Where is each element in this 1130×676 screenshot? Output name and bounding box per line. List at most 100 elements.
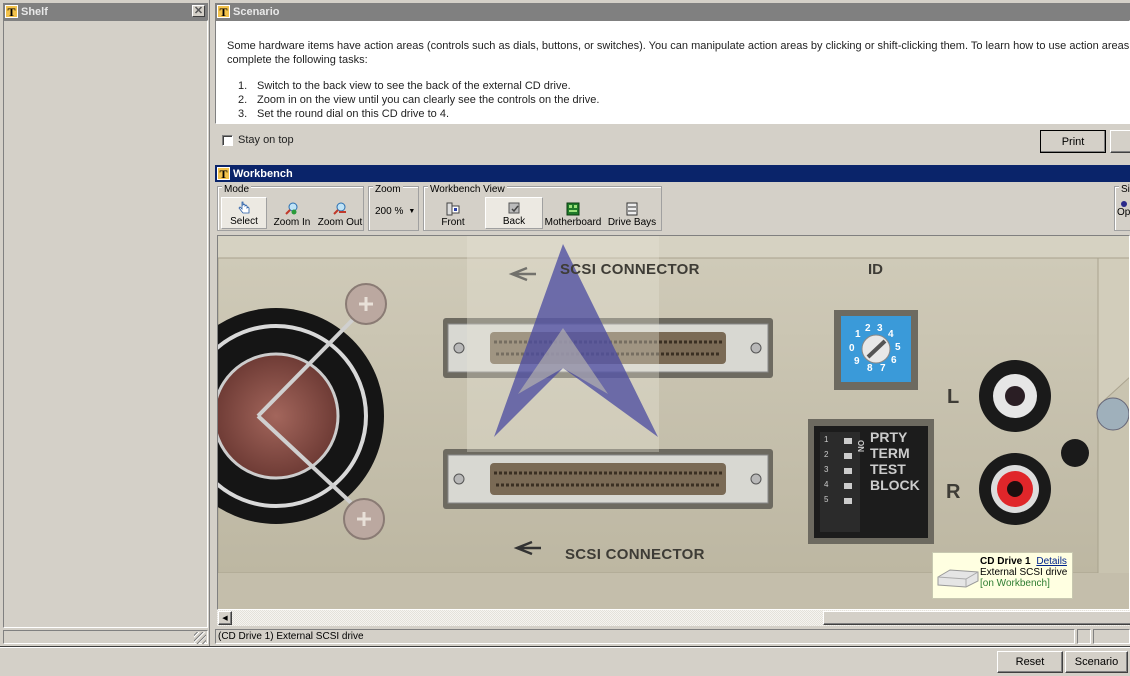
audio-left-label: L [947, 386, 960, 408]
dip-label: TEST [870, 461, 906, 477]
zoom-out-tool-button[interactable]: Zoom Out [316, 197, 364, 229]
task-number: 3. [238, 108, 248, 120]
dip-number: 2 [824, 450, 829, 459]
scenario-task: 1. Switch to the back view to see the bac… [227, 79, 1129, 93]
workbench-view-group: Workbench View Front Back Motherboard Dr… [423, 184, 662, 231]
task-text: Switch to the back view to see the back … [257, 80, 571, 92]
back-view-button[interactable]: Back [485, 197, 543, 229]
dip-number: 4 [824, 480, 829, 489]
dial-number: 5 [895, 342, 901, 353]
reset-button[interactable]: Reset [997, 651, 1063, 673]
sim-group: Sim Op [1114, 184, 1130, 231]
front-view-icon [446, 202, 460, 216]
tool-label: Back [502, 216, 526, 227]
tool-label: Front [441, 217, 465, 228]
workbench-title-bar: T Workbench [215, 165, 1130, 182]
scroll-thumb[interactable] [823, 611, 1130, 625]
zoom-select[interactable]: 200 % ▼ [375, 206, 415, 217]
details-link[interactable]: Details [1036, 556, 1067, 567]
toolbar-spacer-group [666, 186, 1110, 231]
arrow-left-icon: ◀ [222, 615, 228, 622]
scenario-extra-button[interactable] [1110, 130, 1130, 153]
print-label: Print [1061, 135, 1085, 148]
zoom-in-icon [285, 202, 298, 215]
shelf-title: Shelf [21, 5, 48, 18]
dial-number: 9 [854, 356, 860, 367]
app-logo-icon: T [217, 167, 230, 181]
zoom-in-tool-button[interactable]: Zoom In [269, 197, 315, 229]
workbench-toolbar: Mode Select Zoom In Zoom Out Zoom 200 % … [215, 182, 1130, 234]
dip-number: 1 [824, 435, 829, 444]
scenario-button[interactable]: Scenario [1065, 651, 1128, 673]
tool-label: Zoom Out [317, 217, 363, 228]
motherboard-view-button[interactable]: Motherboard [545, 197, 601, 229]
shelf-title-bar: T Shelf ✕ [3, 3, 208, 20]
scenario-task: 2. Zoom in on the view until you can clea… [227, 93, 1129, 107]
status-bar-section [1077, 629, 1091, 644]
id-label: ID [868, 261, 883, 278]
dial-number: 1 [855, 329, 861, 340]
front-view-button[interactable]: Front [427, 197, 479, 229]
mode-group: Mode Select Zoom In Zoom Out [217, 184, 364, 231]
dip-switch-control[interactable]: 1 2 3 4 5 ON PRTY TERM TEST BLOCK [814, 426, 928, 538]
shelf-panel: T Shelf ✕ [0, 0, 210, 646]
sim-option-label: Op [1117, 207, 1130, 218]
checkbox-box[interactable] [222, 134, 233, 146]
app-logo-icon: T [217, 5, 230, 19]
dip-label: PRTY [870, 429, 908, 445]
stay-on-top-label: Stay on top [238, 134, 294, 146]
dial-number: 8 [867, 363, 873, 374]
workbench-panel: T Workbench Mode Select Zoom In Zoom Out… [213, 162, 1130, 646]
select-tool-button[interactable]: Select [221, 197, 267, 229]
back-view-icon [508, 202, 520, 214]
drive-bays-view-button[interactable]: Drive Bays [605, 197, 659, 229]
dip-label: BLOCK [870, 477, 920, 493]
reset-label: Reset [1015, 656, 1045, 668]
dial-number: 2 [865, 323, 871, 334]
dial-number: 3 [877, 323, 883, 334]
task-text: Set the round dial on this CD drive to 4… [257, 108, 449, 120]
workbench-title: Workbench [233, 167, 293, 180]
horizontal-scrollbar[interactable]: ◀ [217, 610, 1130, 626]
zoom-out-icon [333, 202, 346, 215]
tool-label: Drive Bays [607, 217, 657, 228]
device-info-tooltip: CD Drive 1 Details External SCSI drive [… [932, 552, 1073, 599]
drive-bays-icon [626, 202, 638, 216]
dial-number: 6 [891, 355, 897, 366]
scenario-panel: T Scenario Some hardware items have acti… [213, 0, 1130, 160]
scenario-title: Scenario [233, 5, 280, 18]
stay-on-top-checkbox[interactable]: Stay on top [222, 134, 294, 146]
scenario-task-list: 1. Switch to the back view to see the bac… [227, 79, 1129, 121]
close-icon[interactable]: ✕ [192, 5, 205, 17]
workbench-canvas[interactable]: SCSI CONNECTOR SCSI CONNECTOR ID 0 1 2 3… [217, 235, 1130, 610]
rca-jack-left [979, 360, 1051, 432]
app-logo-icon: T [5, 5, 18, 19]
audio-right-label: R [946, 481, 961, 503]
status-text: (CD Drive 1) External SCSI drive [218, 631, 364, 642]
rca-jack-right [979, 453, 1051, 525]
dial-number: 7 [880, 363, 886, 374]
mode-group-label: Mode [222, 184, 252, 195]
task-text: Zoom in on the view until you can clearl… [257, 94, 600, 106]
device-name: CD Drive 1 [980, 556, 1031, 567]
footer-divider [0, 646, 1130, 648]
sim-option-button[interactable]: Op [1117, 201, 1130, 218]
tool-label: Zoom In [273, 217, 311, 228]
mount-screw [1096, 397, 1129, 431]
print-button[interactable]: Print [1040, 130, 1106, 153]
dial-number: 0 [849, 343, 855, 354]
resize-grip-icon[interactable] [194, 632, 206, 644]
dial-number: 4 [888, 329, 894, 340]
scsi-connector-bottom-label: SCSI CONNECTOR [565, 546, 705, 563]
task-number: 2. [238, 94, 248, 106]
dip-label: TERM [870, 445, 910, 461]
view-group-label: Workbench View [428, 184, 507, 195]
tool-label: Motherboard [544, 217, 602, 228]
fan-icon [218, 283, 387, 540]
scroll-left-button[interactable]: ◀ [218, 611, 232, 625]
id-dial-control[interactable]: 0 1 2 3 4 5 6 7 8 9 [841, 316, 911, 382]
shelf-content-area [3, 20, 208, 628]
scenario-task: 3. Set the round dial on this CD drive to… [227, 107, 1129, 121]
zoom-group-label: Zoom [373, 184, 403, 195]
zoom-group: Zoom 200 % ▼ [368, 184, 419, 231]
